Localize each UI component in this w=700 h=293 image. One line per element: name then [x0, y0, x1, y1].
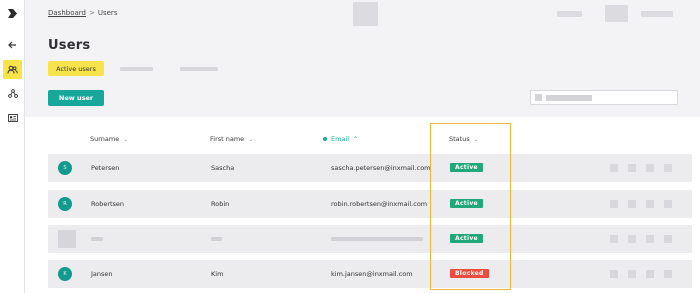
tab-placeholder-2[interactable]	[180, 67, 218, 71]
topbar-placeholder-3[interactable]	[641, 11, 673, 17]
cell-first-name: Robin	[211, 200, 230, 208]
new-user-button[interactable]: New user	[48, 90, 104, 106]
breadcrumb-dashboard-link[interactable]: Dashboard	[48, 9, 86, 17]
sort-active-dot-icon	[323, 137, 327, 141]
avatar: R	[58, 197, 72, 211]
status-badge: Active	[450, 234, 483, 243]
row-action-4[interactable]	[664, 200, 672, 208]
cell-surname: Jansen	[91, 270, 113, 278]
cell-surname-placeholder	[91, 237, 103, 241]
chevron-down-icon: ⌄	[123, 135, 129, 143]
row-action-1[interactable]	[610, 200, 618, 208]
logo-icon[interactable]	[7, 8, 18, 19]
cell-surname: Robertsen	[91, 200, 125, 208]
cell-email-placeholder	[331, 237, 423, 241]
status-badge: Active	[450, 199, 483, 208]
column-header-surname[interactable]: Surname ⌄	[90, 135, 128, 143]
row-action-1[interactable]	[610, 270, 618, 278]
row-action-3[interactable]	[646, 164, 654, 172]
column-header-first-name-label: First name	[210, 135, 245, 143]
top-bar: Dashboard > Users	[25, 0, 700, 28]
cell-email: sascha.petersen@inxmail.com	[331, 164, 431, 172]
cell-first-name: Kim	[211, 270, 224, 278]
row-action-2[interactable]	[628, 200, 636, 208]
status-badge: Blocked	[450, 269, 489, 278]
table-row[interactable]: R Robertsen Robin robin.robertsen@inxmai…	[48, 190, 692, 218]
avatar: K	[58, 267, 72, 281]
users-icon[interactable]	[3, 60, 22, 79]
cell-surname: Petersen	[91, 164, 120, 172]
tab-placeholder-1[interactable]	[120, 67, 153, 71]
side-rail	[0, 0, 25, 293]
topbar-placeholder-block	[353, 2, 378, 26]
breadcrumb-separator: >	[88, 9, 95, 17]
avatar: S	[58, 161, 72, 175]
column-header-email-label: Email	[331, 135, 350, 143]
row-action-1[interactable]	[610, 164, 618, 172]
row-action-3[interactable]	[646, 270, 654, 278]
users-table: Surname ⌄ First name ⌄ Email ⌃ Status ⌄ …	[25, 117, 700, 293]
chevron-up-icon: ⌃	[353, 135, 359, 143]
table-row[interactable]: S Petersen Sascha sascha.petersen@inxmai…	[48, 154, 692, 182]
row-action-4[interactable]	[664, 164, 672, 172]
table-row-placeholder[interactable]: Active	[48, 225, 692, 253]
topbar-placeholder-1[interactable]	[557, 11, 582, 17]
row-action-1[interactable]	[610, 235, 618, 243]
id-card-icon[interactable]	[3, 108, 22, 127]
column-header-surname-label: Surname	[90, 135, 120, 143]
column-header-status[interactable]: Status ⌄	[449, 135, 479, 143]
cell-email: kim.jansen@inxmail.com	[331, 270, 413, 278]
row-action-4[interactable]	[664, 235, 672, 243]
chevron-down-icon: ⌄	[248, 135, 254, 143]
page-header: Users Active users New user	[25, 28, 700, 117]
row-action-4[interactable]	[664, 270, 672, 278]
search-input[interactable]	[530, 90, 678, 105]
avatar-placeholder	[58, 230, 76, 248]
arrow-left-icon[interactable]	[3, 35, 22, 54]
cell-first-name: Sascha	[211, 164, 235, 172]
network-icon[interactable]	[3, 84, 22, 103]
page-title: Users	[48, 38, 91, 53]
row-action-2[interactable]	[628, 164, 636, 172]
row-action-2[interactable]	[628, 270, 636, 278]
cell-first-name-placeholder	[211, 237, 222, 241]
breadcrumb-current: Users	[97, 9, 118, 17]
table-row[interactable]: K Jansen Kim kim.jansen@inxmail.com Bloc…	[48, 260, 692, 288]
row-action-2[interactable]	[628, 235, 636, 243]
search-placeholder	[546, 95, 592, 101]
column-header-email[interactable]: Email ⌃	[323, 135, 358, 143]
row-action-3[interactable]	[646, 200, 654, 208]
topbar-placeholder-2[interactable]	[605, 5, 628, 22]
cell-email: robin.robertsen@inxmail.com	[331, 200, 428, 208]
column-header-first-name[interactable]: First name ⌄	[210, 135, 253, 143]
breadcrumb: Dashboard > Users	[48, 9, 117, 17]
row-action-3[interactable]	[646, 235, 654, 243]
tab-active-users[interactable]: Active users	[48, 61, 104, 76]
status-badge: Active	[450, 163, 483, 172]
chevron-down-icon: ⌄	[473, 135, 479, 143]
column-header-status-label: Status	[449, 135, 470, 143]
search-icon	[535, 94, 542, 101]
